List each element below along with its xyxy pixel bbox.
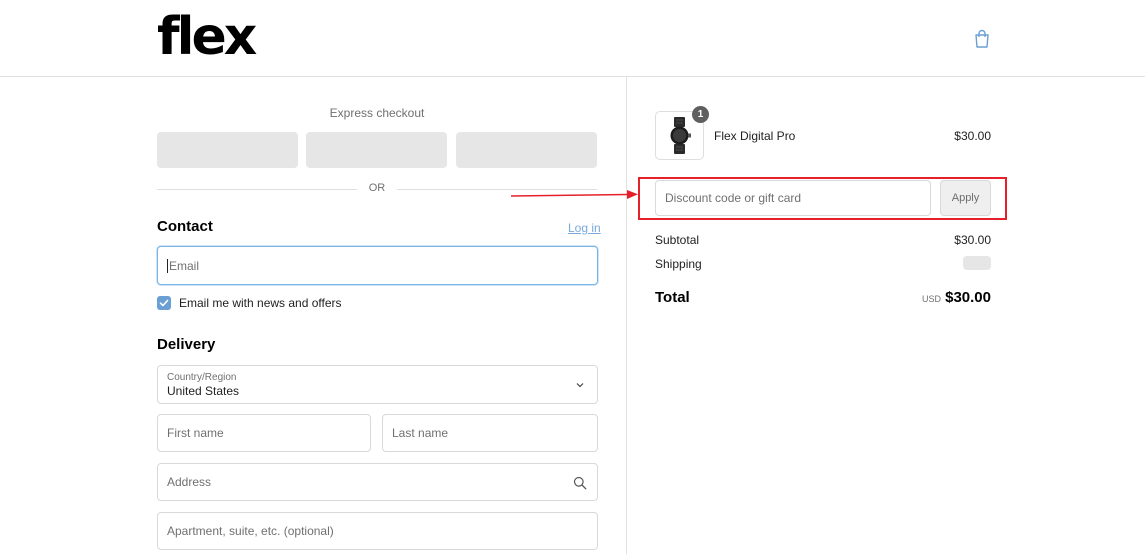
total-label: Total [655, 289, 690, 306]
email-placeholder: Email [169, 258, 200, 273]
newsletter-checkbox[interactable] [157, 296, 171, 310]
newsletter-label[interactable]: Email me with news and offers [179, 296, 342, 310]
shipping-value-placeholder [963, 256, 991, 270]
text-caret [167, 259, 168, 273]
divider-left [157, 189, 357, 190]
search-icon [573, 476, 587, 490]
discount-highlight-box [638, 177, 1007, 220]
express-checkout-label: Express checkout [329, 106, 425, 120]
express-pay-button-2[interactable] [306, 132, 447, 168]
quantity-badge: 1 [692, 106, 709, 123]
last-name-input[interactable]: Last name [382, 414, 598, 452]
address-placeholder: Address [167, 475, 212, 489]
logo[interactable]: flex [157, 6, 257, 68]
first-name-placeholder: First name [167, 426, 224, 440]
country-select[interactable]: Country/Region United States [157, 365, 598, 404]
column-divider [626, 77, 627, 554]
apartment-placeholder: Apartment, suite, etc. (optional) [167, 524, 334, 538]
or-divider-text: OR [368, 182, 386, 194]
address-input[interactable]: Address [157, 463, 598, 501]
checkout-page: flex Express checkout OR Contact Log in … [0, 0, 1145, 554]
log-in-link[interactable]: Log in [568, 221, 601, 235]
shopping-bag-icon[interactable] [973, 29, 991, 48]
contact-title: Contact [157, 218, 213, 235]
shipping-label: Shipping [655, 257, 702, 271]
subtotal-label: Subtotal [655, 233, 700, 247]
product-name: Flex Digital Pro [714, 129, 796, 143]
country-value: United States [167, 384, 240, 398]
product-price: $30.00 [954, 129, 991, 143]
annotation-arrow-icon [510, 190, 638, 199]
apartment-input[interactable]: Apartment, suite, etc. (optional) [157, 512, 598, 550]
subtotal-value: $30.00 [954, 233, 991, 247]
country-label: Country/Region [167, 372, 237, 383]
total-value: $30.00 [945, 289, 991, 306]
express-pay-button-1[interactable] [157, 132, 298, 168]
header: flex [0, 0, 1145, 77]
email-input[interactable]: Email [157, 246, 598, 285]
chevron-down-icon [576, 383, 584, 388]
last-name-placeholder: Last name [392, 426, 449, 440]
delivery-title: Delivery [157, 336, 216, 353]
express-pay-button-3[interactable] [456, 132, 597, 168]
checkmark-icon [159, 299, 169, 307]
first-name-input[interactable]: First name [157, 414, 371, 452]
